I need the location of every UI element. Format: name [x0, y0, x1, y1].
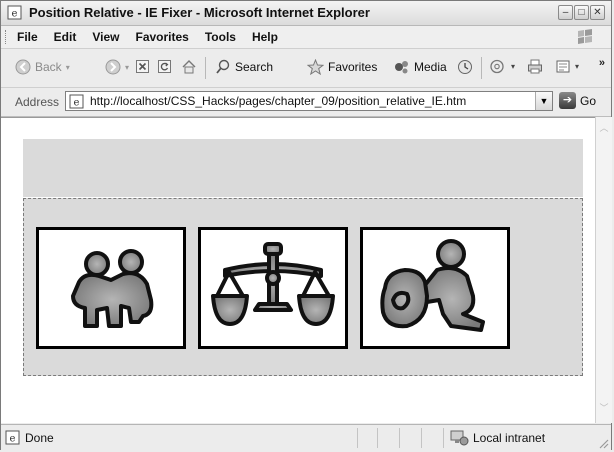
toolbar-overflow-chevron-icon[interactable]: »	[599, 57, 605, 69]
zodiac-tile	[360, 227, 510, 349]
vertical-scrollbar[interactable]: ︿ ﹀	[595, 117, 612, 423]
standard-toolbar: Back ▾ ▾ Search Favorites Media ▾ ▾ »	[1, 49, 611, 88]
mail-dropdown-icon[interactable]: ▾	[511, 62, 515, 71]
toolbar-separator	[481, 57, 482, 79]
print-icon	[528, 59, 542, 74]
back-dropdown-icon[interactable]: ▾	[66, 63, 70, 72]
address-input[interactable]: e http://localhost/CSS_Hacks/pages/chapt…	[65, 91, 553, 111]
mail-button[interactable]: ▾	[489, 59, 515, 74]
refresh-icon	[158, 60, 171, 73]
address-bar: Address e http://localhost/CSS_Hacks/pag…	[1, 88, 611, 117]
go-arrow-icon: ➔	[559, 92, 576, 109]
menu-view[interactable]: View	[92, 30, 119, 44]
status-bar: e Done Local intranet	[1, 424, 611, 451]
back-label: Back	[35, 60, 62, 74]
address-dropdown-button[interactable]: ▼	[535, 92, 552, 110]
zodiac-tile	[36, 227, 186, 349]
forward-button[interactable]: ▾	[105, 59, 129, 75]
forward-arrow-icon	[105, 59, 121, 75]
status-divider	[377, 428, 378, 448]
status-divider	[421, 428, 422, 448]
aquarius-zodiac-icon	[380, 239, 485, 332]
mail-icon	[490, 59, 504, 74]
status-divider	[399, 428, 400, 448]
page-viewport	[1, 117, 595, 423]
back-arrow-icon	[15, 59, 31, 75]
edit-button[interactable]: ▾	[555, 59, 579, 74]
history-icon	[458, 60, 472, 74]
media-label: Media	[414, 60, 447, 74]
media-button[interactable]: Media	[393, 59, 447, 75]
relative-container	[23, 198, 583, 376]
stop-button[interactable]	[135, 59, 150, 74]
close-button[interactable]: ✕	[590, 5, 605, 20]
minimize-button[interactable]: –	[558, 5, 573, 20]
go-label: Go	[580, 93, 597, 108]
menu-bar: File Edit View Favorites Tools Help	[1, 26, 611, 49]
grey-header-block	[23, 139, 583, 197]
libra-zodiac-icon	[211, 242, 335, 326]
search-button[interactable]: Search	[215, 59, 273, 75]
security-zone-text: Local intranet	[473, 431, 546, 445]
home-button[interactable]	[181, 59, 197, 74]
status-divider	[443, 428, 444, 448]
back-button[interactable]: Back ▾	[15, 59, 70, 75]
refresh-button[interactable]	[157, 59, 172, 74]
svg-text:e: e	[10, 434, 16, 445]
edit-page-icon	[556, 60, 570, 73]
local-intranet-icon	[450, 430, 469, 446]
status-text: Done	[25, 431, 54, 445]
resize-grip-icon[interactable]	[597, 437, 609, 449]
window-controls: – □ ✕	[558, 5, 605, 20]
favorites-button[interactable]: Favorites	[307, 59, 377, 75]
menu-tools[interactable]: Tools	[205, 30, 236, 44]
menu-favorites[interactable]: Favorites	[135, 30, 188, 44]
stop-icon	[136, 60, 149, 73]
title-bar[interactable]: e Position Relative - IE Fixer - Microso…	[1, 1, 611, 26]
ie-page-icon: e	[7, 5, 22, 20]
scroll-up-arrow-icon[interactable]: ︿	[598, 121, 610, 135]
ie-page-icon: e	[5, 430, 20, 445]
ie-page-icon: e	[69, 94, 84, 109]
zodiac-tile	[198, 227, 348, 349]
address-label: Address	[15, 95, 60, 109]
media-icon	[395, 61, 408, 74]
status-divider	[357, 428, 358, 448]
svg-text:e: e	[74, 98, 80, 109]
maximize-button[interactable]: □	[574, 5, 589, 20]
home-icon	[182, 60, 196, 74]
forward-dropdown-icon[interactable]: ▾	[125, 63, 129, 72]
favorites-label: Favorites	[328, 60, 378, 74]
history-button[interactable]	[457, 59, 473, 75]
address-url: http://localhost/CSS_Hacks/pages/chapter…	[90, 94, 467, 108]
window-title: Position Relative - IE Fixer - Microsoft…	[29, 5, 370, 20]
svg-text:e: e	[12, 9, 18, 20]
edit-dropdown-icon[interactable]: ▾	[575, 62, 579, 71]
gemini-zodiac-icon	[71, 249, 154, 328]
menu-grip[interactable]	[5, 30, 8, 44]
menu-edit[interactable]: Edit	[54, 30, 77, 44]
windows-logo-icon	[578, 29, 592, 44]
search-icon	[216, 59, 230, 74]
search-label: Search	[235, 60, 274, 74]
scroll-down-arrow-icon[interactable]: ﹀	[598, 401, 610, 415]
menu-help[interactable]: Help	[252, 30, 278, 44]
print-button[interactable]	[527, 59, 543, 74]
go-button[interactable]: ➔ Go	[559, 92, 596, 109]
toolbar-separator	[205, 57, 206, 79]
ie-window: e Position Relative - IE Fixer - Microso…	[0, 0, 612, 451]
menu-file[interactable]: File	[17, 30, 38, 44]
favorites-star-icon	[307, 59, 324, 75]
